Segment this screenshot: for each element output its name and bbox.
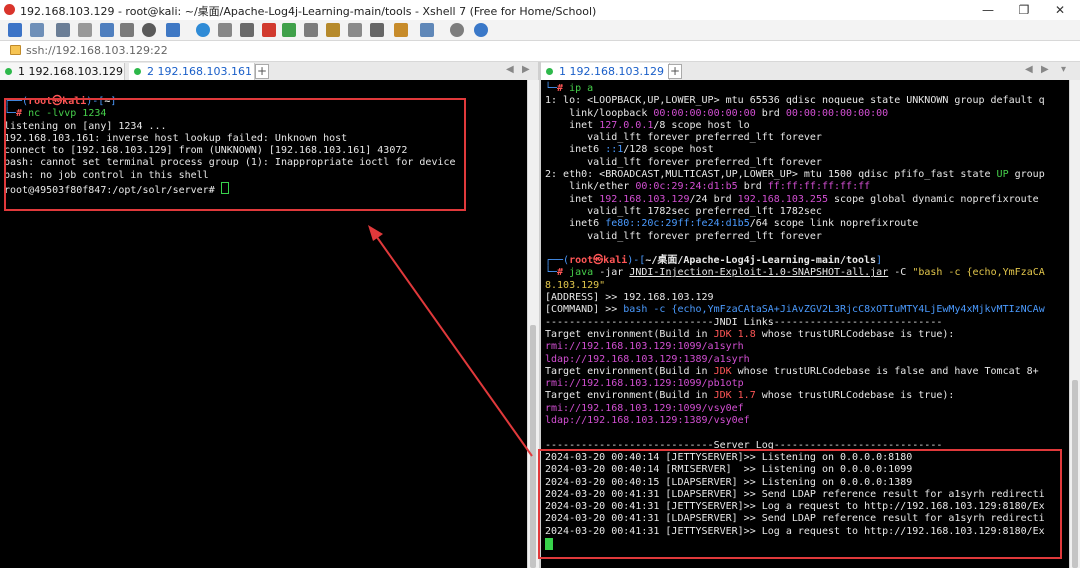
- arrow-shaft: [373, 232, 533, 457]
- annotation-arrow: [368, 225, 533, 457]
- arrow-head-icon: [368, 225, 383, 241]
